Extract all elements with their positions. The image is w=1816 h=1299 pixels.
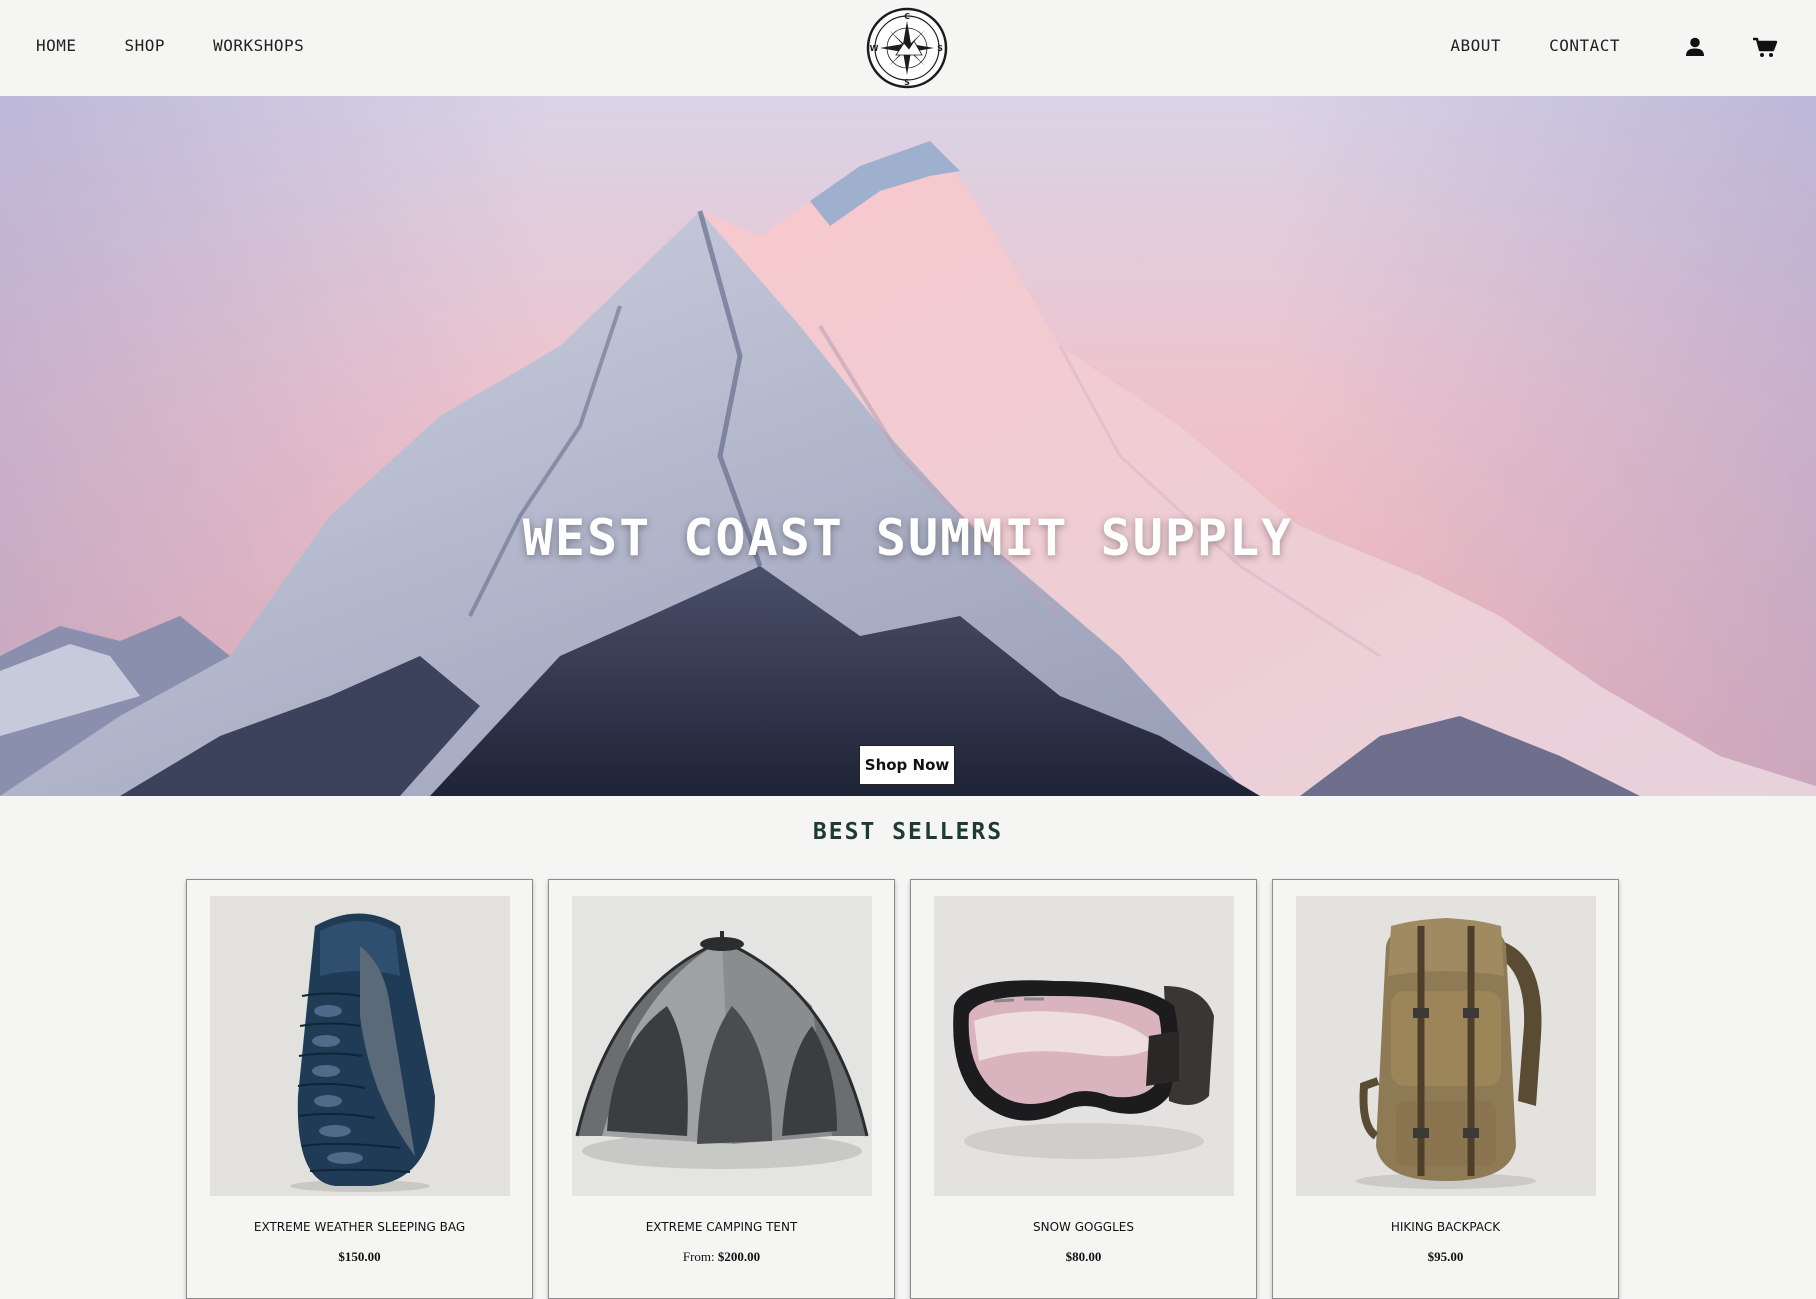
tent-image	[572, 896, 872, 1196]
price-prefix: From:	[682, 1249, 715, 1264]
best-sellers-title: BEST SELLERS	[812, 819, 1004, 845]
product-card[interactable]: EXTREME CAMPING TENT From: $200.00	[548, 879, 895, 1299]
product-name: EXTREME CAMPING TENT	[645, 1220, 798, 1234]
mountain-hero-image	[0, 96, 1816, 796]
site-header: HOME SHOP WORKSHOPS C W S S ABOUT CONTAC…	[0, 0, 1816, 96]
price-value: $200.00	[717, 1249, 761, 1264]
user-icon[interactable]	[1682, 34, 1708, 60]
sleeping-bag-image	[210, 896, 510, 1196]
snow-goggles-image	[934, 896, 1234, 1196]
logo-letter-s: S	[904, 78, 910, 87]
product-price: $150.00	[187, 1249, 532, 1265]
nav-workshops[interactable]: WORKSHOPS	[213, 36, 304, 55]
nav-contact[interactable]: CONTACT	[1549, 36, 1620, 55]
logo-letter-n: C	[904, 12, 910, 21]
product-name: HIKING BACKPACK	[1390, 1220, 1501, 1234]
product-name: SNOW GOGGLES	[1033, 1220, 1134, 1234]
product-price: $80.00	[911, 1249, 1256, 1265]
product-price: $95.00	[1273, 1249, 1618, 1265]
nav-home[interactable]: HOME	[36, 36, 77, 55]
nav-about[interactable]: ABOUT	[1450, 36, 1501, 55]
product-grid: EXTREME WEATHER SLEEPING BAG $150.00 EXT…	[186, 879, 1619, 1299]
logo-letter-w: W	[870, 44, 879, 53]
price-value: $80.00	[1065, 1249, 1102, 1264]
product-card[interactable]: HIKING BACKPACK $95.00	[1272, 879, 1619, 1299]
primary-nav: HOME SHOP WORKSHOPS	[36, 36, 304, 55]
hiking-backpack-image	[1296, 896, 1596, 1196]
hero-banner: WEST COAST SUMMIT SUPPLY Shop Now	[0, 96, 1816, 796]
price-value: $95.00	[1427, 1249, 1464, 1264]
cart-icon[interactable]	[1752, 34, 1778, 60]
hero-title: WEST COAST SUMMIT SUPPLY	[522, 509, 1294, 567]
compass-logo-icon[interactable]: C W S S	[866, 7, 948, 89]
nav-shop[interactable]: SHOP	[125, 36, 166, 55]
secondary-nav: ABOUT CONTACT	[1450, 36, 1620, 55]
product-card[interactable]: SNOW GOGGLES $80.00	[910, 879, 1257, 1299]
product-name: EXTREME WEATHER SLEEPING BAG	[253, 1220, 466, 1234]
shop-now-button[interactable]: Shop Now	[859, 745, 955, 785]
logo-letter-e: S	[937, 44, 943, 53]
product-price: From: $200.00	[549, 1249, 894, 1265]
product-card[interactable]: EXTREME WEATHER SLEEPING BAG $150.00	[186, 879, 533, 1299]
price-value: $150.00	[338, 1249, 381, 1264]
